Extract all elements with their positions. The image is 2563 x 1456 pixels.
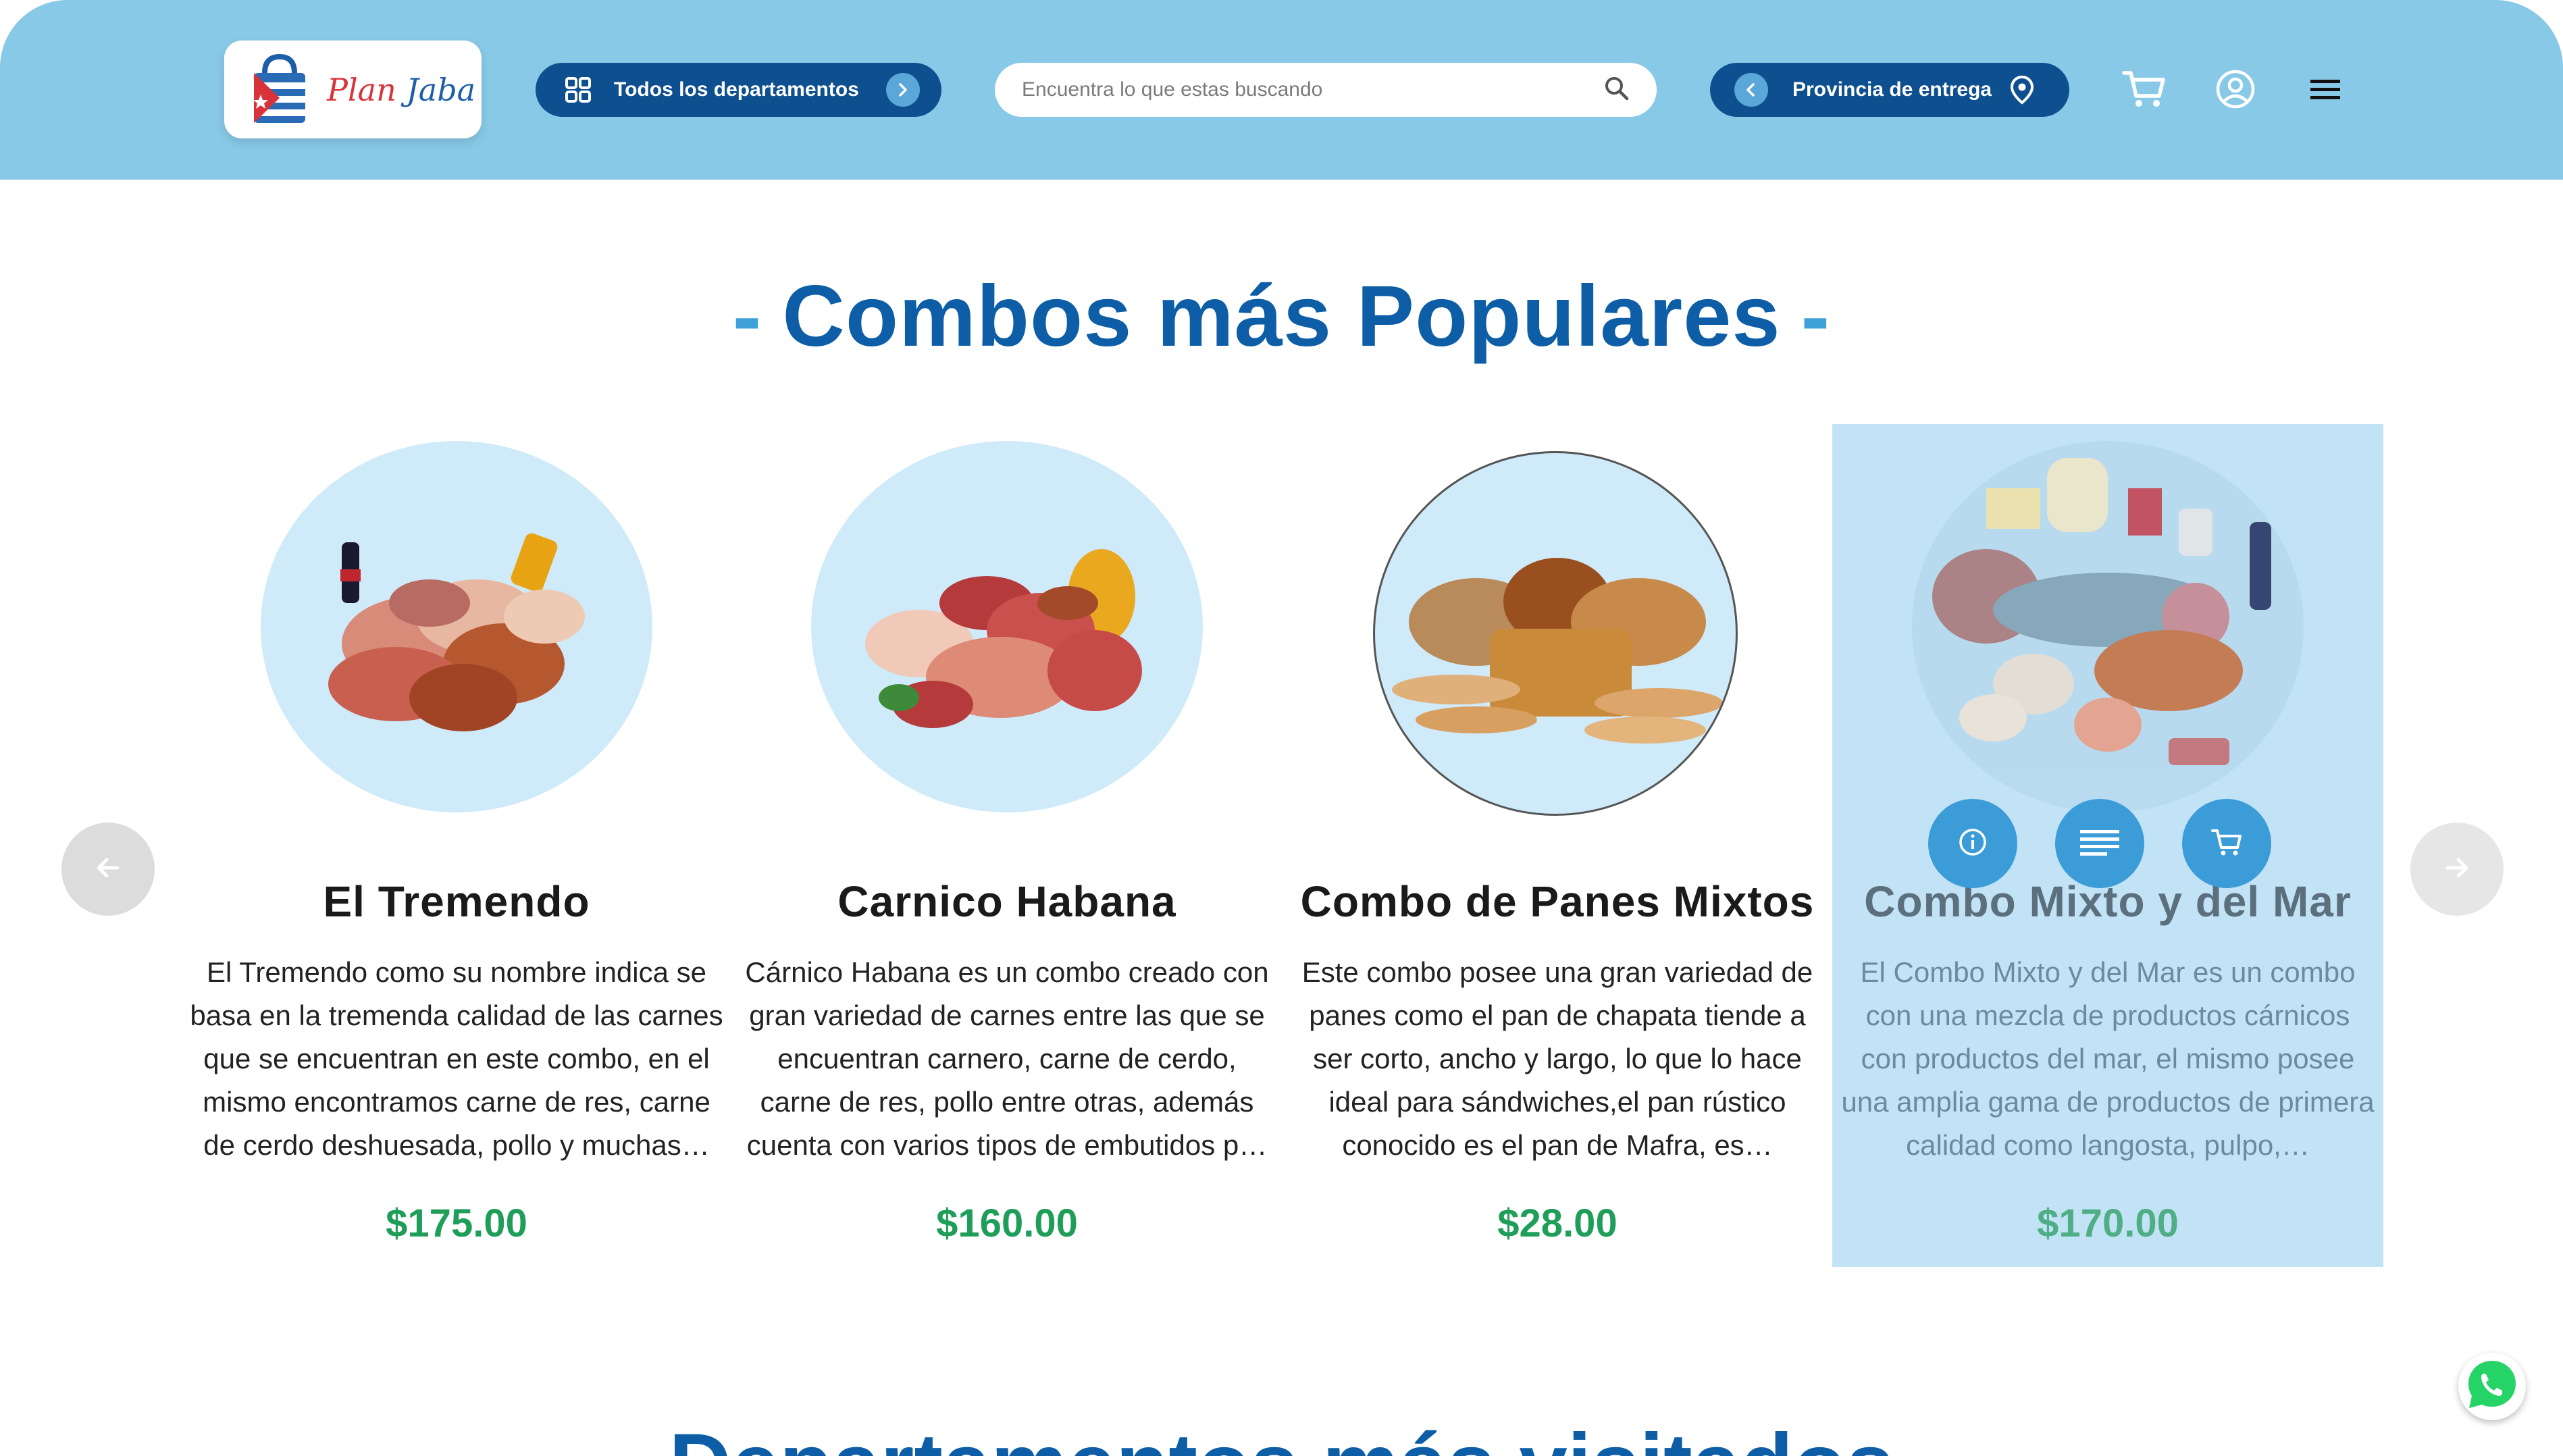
card-hover-actions (1928, 799, 2271, 888)
product-image[interactable] (811, 441, 1203, 812)
chevron-left-icon (1734, 73, 1768, 107)
visited-departments-title: Departamentos más visitados (0, 1415, 2563, 1456)
add-to-cart-icon (2210, 827, 2243, 860)
menu-icon[interactable] (2300, 63, 2351, 115)
location-pin-icon (2007, 74, 2038, 105)
product-description: Cárnico Habana es un combo creado con gr… (745, 956, 1269, 1161)
product-price: $160.00 (936, 1201, 1078, 1245)
departments-grid-icon (563, 74, 594, 105)
product-image[interactable] (1373, 451, 1738, 816)
info-button[interactable] (1928, 799, 2017, 888)
product-image[interactable] (261, 441, 652, 812)
product-card[interactable]: Carnico Habana Cárnico Habana es un comb… (731, 424, 1283, 1267)
carousel-prev-button[interactable] (61, 823, 155, 916)
product-description: Este combo posee una gran variedad de pa… (1301, 956, 1813, 1161)
product-name[interactable]: Combo de Panes Mixtos (1282, 877, 1833, 927)
user-icon[interactable] (2210, 63, 2261, 115)
site-logo[interactable]: Plan Jaba (224, 41, 482, 138)
delivery-province-button[interactable]: Provincia de entrega (1710, 63, 2069, 117)
title-dash-left: - (732, 268, 762, 365)
product-description: El Combo Mixto y del Mar es un combo con… (1841, 956, 2375, 1161)
search-bar (995, 63, 1657, 117)
arrow-right-icon (2442, 853, 2472, 886)
popular-combos-title: - Combos más Populares - (0, 267, 2563, 366)
details-button[interactable] (2055, 799, 2144, 888)
top-header: Plan Jaba Todos los departamentos Encuen… (0, 0, 2563, 180)
popular-title-text: Combos más Populares (782, 268, 1781, 365)
whatsapp-chat-button[interactable] (2458, 1353, 2526, 1420)
carousel-next-button[interactable] (2410, 823, 2504, 916)
departments-label: Todos los departamentos (614, 78, 859, 101)
product-name[interactable]: El Tremendo (181, 877, 732, 927)
title-dash-right: - (1801, 268, 1831, 365)
add-to-cart-button[interactable] (2182, 799, 2271, 888)
shopping-bag-logo-icon (239, 53, 320, 127)
info-icon (1958, 827, 1988, 860)
details-icon (2079, 827, 2121, 860)
chevron-right-icon (885, 73, 920, 107)
product-name[interactable]: Carnico Habana (731, 877, 1283, 927)
product-card[interactable]: El Tremendo El Tremendo como su nombre i… (181, 424, 732, 1267)
product-price: $170.00 (2037, 1201, 2179, 1245)
search-icon[interactable] (1604, 76, 1630, 105)
product-price: $175.00 (386, 1201, 527, 1245)
all-departments-button[interactable]: Todos los departamentos (536, 63, 941, 117)
product-price: $28.00 (1497, 1201, 1617, 1245)
arrow-left-icon (93, 853, 123, 886)
product-card[interactable]: Combo de Panes Mixtos Este combo posee u… (1282, 424, 1833, 1267)
province-label: Provincia de entrega (1792, 78, 1992, 101)
logo-wordmark: Plan Jaba (327, 71, 476, 108)
whatsapp-icon (2464, 1357, 2520, 1417)
product-description: El Tremendo como su nombre indica se bas… (190, 956, 723, 1161)
search-input[interactable] (1022, 78, 1576, 101)
product-card-hovered[interactable]: Combo Mixto y del Mar El Combo Mixto y d… (1832, 424, 2383, 1267)
product-image[interactable] (1912, 441, 2304, 812)
cart-icon[interactable] (2119, 63, 2170, 115)
